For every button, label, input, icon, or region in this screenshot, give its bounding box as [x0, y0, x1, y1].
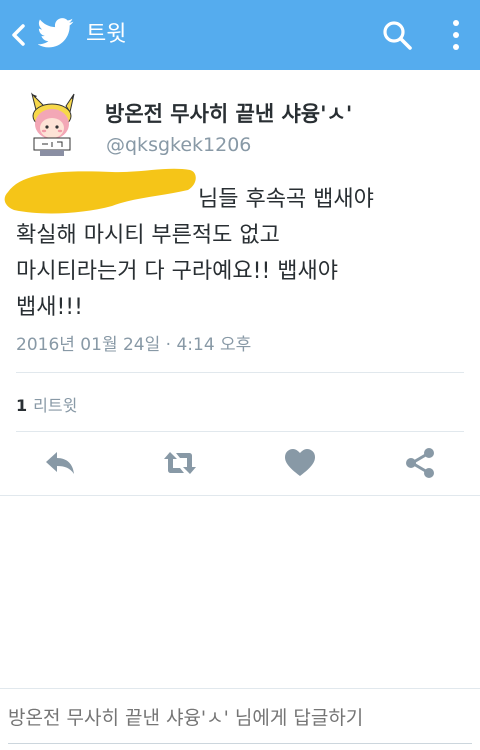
reply-input[interactable]: [8, 707, 438, 729]
search-icon[interactable]: [380, 18, 414, 52]
retweet-count: 1: [16, 396, 28, 415]
redaction-scribble: [4, 168, 196, 214]
top-app-bar: 트윗: [0, 0, 480, 70]
twitter-bird-icon: [38, 18, 74, 48]
reply-composer: [0, 688, 480, 750]
retweet-label: 리트윗: [33, 396, 78, 415]
heart-icon[interactable]: [282, 446, 318, 480]
reply-underline: [8, 743, 472, 744]
username-handle[interactable]: @qksgkek1206: [106, 134, 251, 156]
reply-icon[interactable]: [42, 446, 78, 480]
tweet-text-rest: 확실해 마시티 부른적도 없고 마시티라는거 다 구라예요!! 뱁새야 뱁새!!…: [16, 223, 338, 320]
tweet-detail: 방온전 무사히 끝낸 샤융'ㅅ' @qksgkek1206 님들 후속곡 뱁새야…: [0, 70, 480, 496]
retweet-stats[interactable]: 1 리트윗: [16, 392, 77, 416]
avatar[interactable]: [22, 92, 82, 156]
share-icon[interactable]: [402, 446, 438, 480]
back-arrow-icon[interactable]: [6, 20, 30, 50]
tweet-text-line1: 님들 후속곡 뱁새야: [198, 187, 374, 212]
divider: [16, 431, 464, 432]
divider: [16, 372, 464, 373]
retweet-icon[interactable]: [162, 446, 198, 480]
tweet-timestamp: 2016년 01월 24일 · 4:14 오후: [16, 335, 252, 355]
page-title: 트윗: [86, 22, 127, 47]
overflow-menu-icon[interactable]: [446, 16, 466, 54]
display-name[interactable]: 방온전 무사히 끝낸 샤융'ㅅ': [105, 98, 352, 128]
